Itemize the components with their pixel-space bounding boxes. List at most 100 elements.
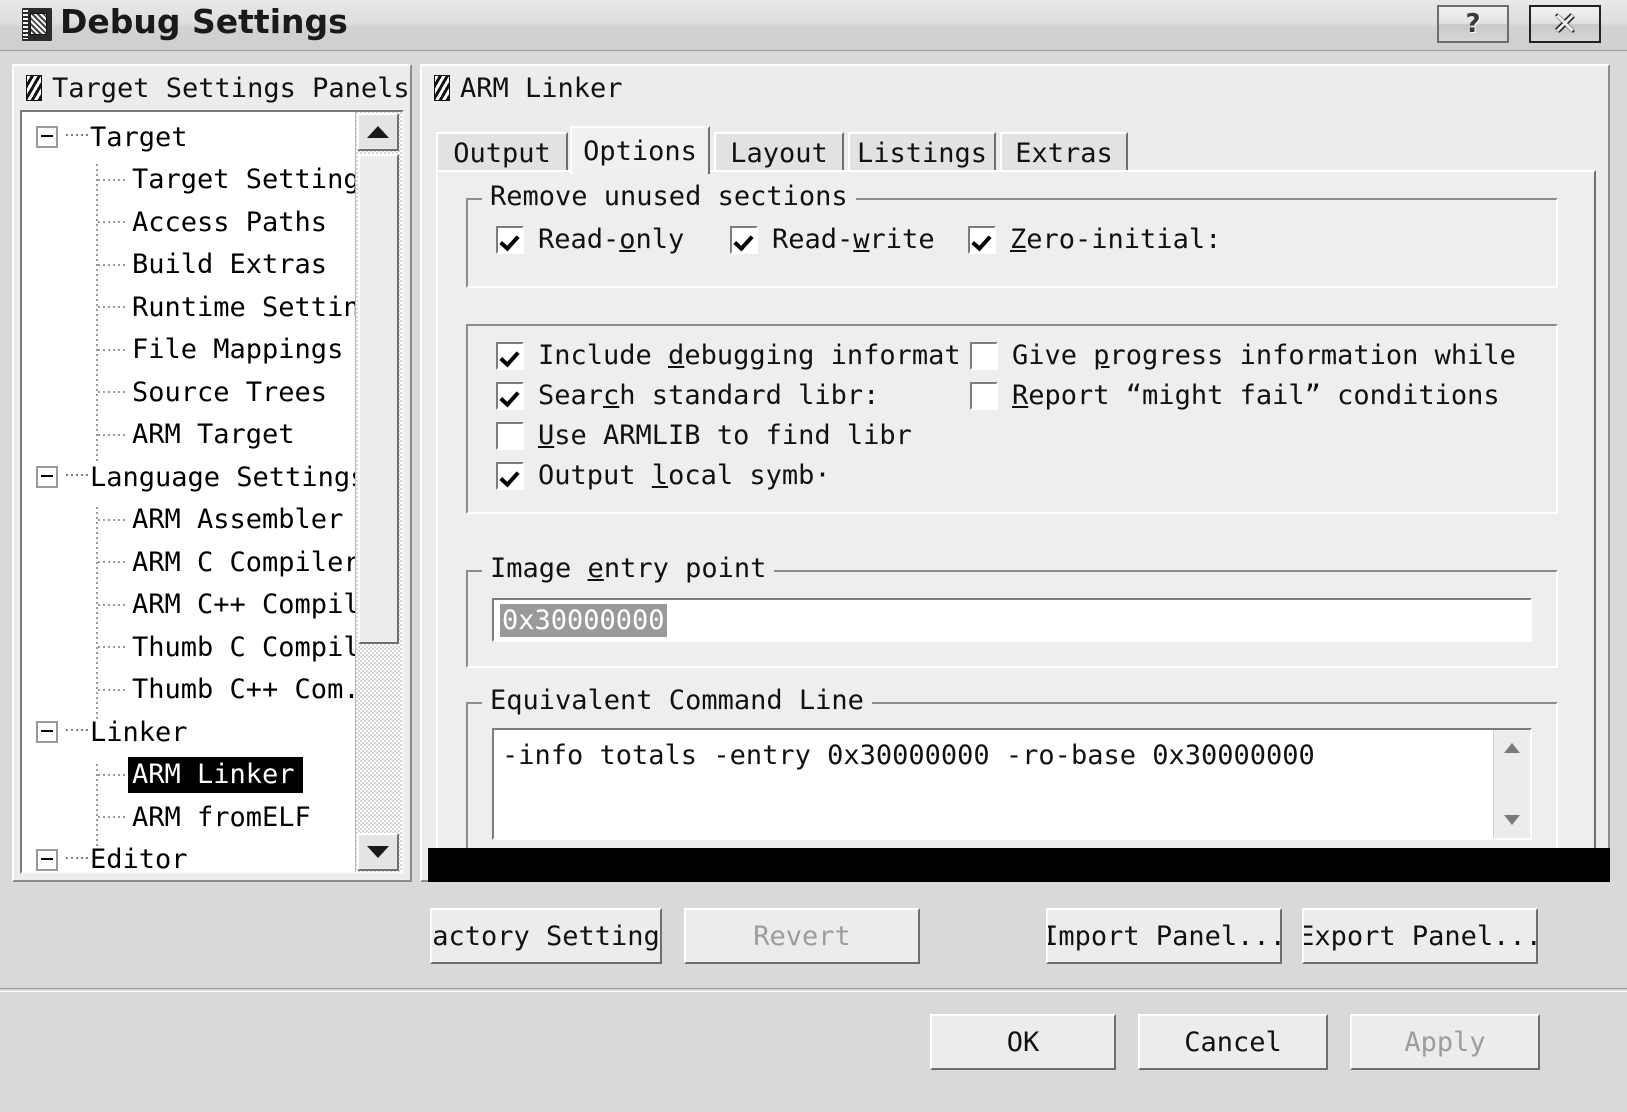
equivalent-command-line-group: Equivalent Command Line -info totals -en… xyxy=(466,685,1558,862)
checkbox-zero-initial[interactable]: Zero-initial: xyxy=(968,224,1221,255)
tree-item-access-paths[interactable]: Access Paths xyxy=(22,201,368,244)
checkbox-box[interactable] xyxy=(496,461,524,490)
cancel-button[interactable]: Cancel xyxy=(1138,1014,1328,1070)
footer-divider xyxy=(0,988,1627,992)
tree-label: ARM C++ Compiler xyxy=(132,589,393,621)
checkbox-box[interactable] xyxy=(730,225,758,254)
tree-label: Linker xyxy=(90,716,188,748)
checkbox-report-might-fail-conditions[interactable]: Report “might fail” conditions xyxy=(970,380,1500,411)
tab-extras[interactable]: Extras xyxy=(1000,132,1128,172)
window-title: Debug Settings xyxy=(60,2,348,41)
tree-item-runtime-settings[interactable]: Runtime Settings xyxy=(22,286,392,329)
tree-branch xyxy=(98,518,126,521)
collapse-icon[interactable] xyxy=(36,126,58,148)
tree-group-target[interactable]: Target xyxy=(22,116,368,159)
checkbox-box[interactable] xyxy=(496,381,524,410)
factory-settings-button[interactable]: Factory Settings xyxy=(430,908,662,964)
tree-item-arm-linker[interactable]: ARM Linker xyxy=(22,754,368,797)
checkbox-label: Report “might fail” conditions xyxy=(1012,380,1500,411)
tree-group-language-settings[interactable]: Language Settings xyxy=(22,456,368,499)
checkbox-read-write[interactable]: Read-write xyxy=(730,224,935,255)
revert-button: Revert xyxy=(684,908,920,964)
collapse-icon[interactable] xyxy=(36,721,58,743)
checkbox-use-armlib-to-find-libraries[interactable]: Use ARMLIB to find libr xyxy=(496,420,912,451)
scroll-up-button[interactable] xyxy=(357,113,399,151)
button-label: Apply xyxy=(1404,1026,1486,1058)
command-line-scrollbar[interactable] xyxy=(1493,730,1530,838)
command-scroll-down-button[interactable] xyxy=(1496,805,1528,835)
tree-label: File Mappings xyxy=(132,334,344,366)
equivalent-command-line-textarea[interactable]: -info totals -entry 0x30000000 -ro-base … xyxy=(492,728,1532,840)
checkbox-read-only[interactable]: Read-only xyxy=(496,224,684,255)
left-panel-header: Target Settings Panels xyxy=(14,66,410,110)
checkbox-give-progress-information[interactable]: Give progress information while xyxy=(970,340,1516,371)
tree-item-arm-fromelf[interactable]: ARM fromELF xyxy=(22,796,368,839)
arm-linker-panel: ARM Linker Output Options Layout Listing… xyxy=(420,64,1610,882)
export-panel-button[interactable]: Export Panel... xyxy=(1302,908,1538,964)
help-icon: ? xyxy=(1465,9,1481,39)
tree-label: Build Extras xyxy=(132,249,328,281)
close-icon: ✕ xyxy=(1552,6,1578,42)
checkbox-box[interactable] xyxy=(496,341,524,370)
title-bar: Debug Settings ? ✕ xyxy=(0,0,1627,51)
tree-item-file-mappings[interactable]: File Mappings xyxy=(22,329,368,372)
remove-unused-sections-group: Remove unused sections Read-only Read-wr… xyxy=(466,181,1558,288)
tree-item-target-settings[interactable]: Target Settings xyxy=(22,159,376,202)
ok-button[interactable]: OK xyxy=(930,1014,1116,1070)
checkbox-box[interactable] xyxy=(968,225,996,254)
tab-label: Options xyxy=(583,135,697,167)
checkbox-label: Give progress information while xyxy=(1012,340,1516,371)
image-entry-point-input[interactable]: 0x30000000 xyxy=(492,598,1532,642)
tree-vertical-scrollbar[interactable] xyxy=(355,112,402,872)
checkbox-box[interactable] xyxy=(496,225,524,254)
import-panel-button[interactable]: Import Panel... xyxy=(1046,908,1282,964)
tree-group-editor[interactable]: Editor xyxy=(22,839,368,872)
tab-listings[interactable]: Listings xyxy=(848,132,996,172)
tree-item-arm-c-compiler[interactable]: ARM C Compiler xyxy=(22,541,368,584)
button-label: OK xyxy=(1006,1026,1040,1058)
left-panel-title: Target Settings Panels xyxy=(52,72,410,104)
checkbox-label: Read-only xyxy=(538,224,685,255)
scrollbar-thumb[interactable] xyxy=(358,154,399,644)
tree-label: Target xyxy=(90,121,188,153)
command-scroll-up-button[interactable] xyxy=(1496,733,1528,763)
checkbox-box[interactable] xyxy=(970,381,998,410)
tree-branch xyxy=(98,646,126,648)
tree-item-thumb-cpp-compiler[interactable]: Thumb C++ Com... xyxy=(22,669,392,712)
scroll-down-button[interactable] xyxy=(357,833,399,871)
tab-output[interactable]: Output xyxy=(436,132,568,172)
settings-tree[interactable]: Target Target Settings Access Paths Buil… xyxy=(20,110,404,874)
tab-strip: Output Options Layout Listings Extras xyxy=(436,126,1596,174)
checkbox-label: Zero-initial: xyxy=(1010,224,1222,255)
tree-item-arm-cpp-compiler[interactable]: ARM C++ Compiler xyxy=(22,584,392,627)
right-panel-title: ARM Linker xyxy=(460,72,623,104)
checkbox-label: Search standard libr: xyxy=(538,380,880,411)
tree-label: Access Paths xyxy=(132,206,328,238)
tree-item-build-extras[interactable]: Build Extras xyxy=(22,244,368,287)
checkbox-search-standard-libraries[interactable]: Search standard libr: xyxy=(496,380,879,411)
collapse-icon[interactable] xyxy=(36,466,58,488)
tree-branch xyxy=(98,391,126,393)
close-button[interactable]: ✕ xyxy=(1529,5,1601,43)
tree-item-arm-assembler[interactable]: ARM Assembler xyxy=(22,499,368,542)
panel-icon xyxy=(434,75,450,101)
tab-options[interactable]: Options xyxy=(570,126,710,174)
help-button[interactable]: ? xyxy=(1437,5,1509,43)
tree-group-linker[interactable]: Linker xyxy=(22,711,368,754)
tree-item-thumb-c-compiler[interactable]: Thumb C Compiler xyxy=(22,626,392,669)
checkbox-box[interactable] xyxy=(970,341,998,370)
panel-bottom-band xyxy=(428,848,1610,882)
checkbox-output-local-symbols[interactable]: Output local symb· xyxy=(496,460,831,491)
tree-dash xyxy=(66,729,88,731)
button-label: Factory Settings xyxy=(432,920,660,952)
tab-layout[interactable]: Layout xyxy=(714,132,844,172)
checkbox-include-debugging-information[interactable]: Include debugging informat xyxy=(496,340,961,371)
tree-item-source-trees[interactable]: Source Trees xyxy=(22,371,368,414)
tree-item-arm-target[interactable]: ARM Target xyxy=(22,414,368,457)
button-label: Cancel xyxy=(1184,1026,1282,1058)
checkbox-box[interactable] xyxy=(496,421,524,450)
tree-branch xyxy=(98,433,126,436)
collapse-icon[interactable] xyxy=(36,848,58,871)
tree-label: ARM C Compiler xyxy=(132,546,360,578)
triangle-up-icon xyxy=(367,126,389,138)
